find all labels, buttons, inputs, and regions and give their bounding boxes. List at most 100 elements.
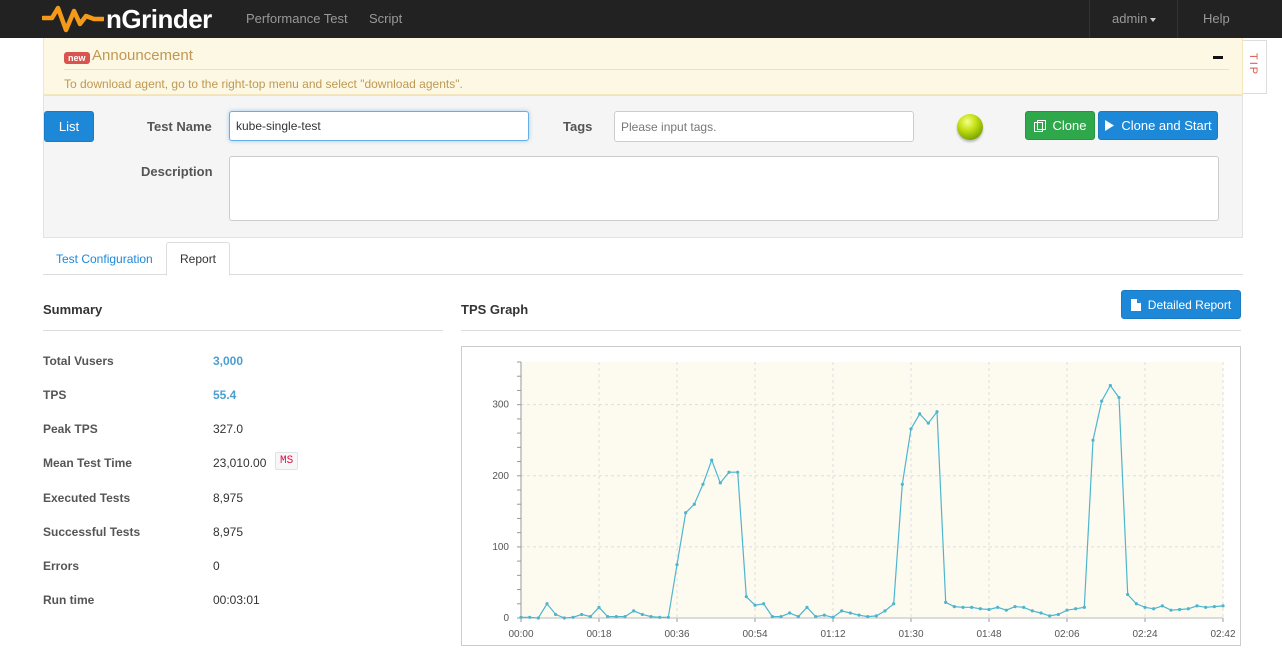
tps-data-point xyxy=(970,605,974,609)
x-tick-label: 00:36 xyxy=(664,629,689,640)
report-tabs: Test Configuration Report xyxy=(43,242,1243,276)
tps-data-point xyxy=(562,616,566,620)
tps-data-point xyxy=(632,609,636,613)
tps-data-point xyxy=(805,605,809,609)
tps-data-point xyxy=(710,458,714,462)
summary-row-successful-tests: Successful Tests 8,975 xyxy=(43,525,443,545)
description-textarea[interactable] xyxy=(229,156,1219,221)
tps-data-point xyxy=(718,481,722,485)
plot-area xyxy=(521,362,1223,618)
summary-label: Peak TPS xyxy=(43,422,98,436)
tps-data-point xyxy=(1169,608,1173,612)
file-icon xyxy=(1130,298,1141,311)
summary-value: 8,975 xyxy=(213,491,244,505)
summary-value[interactable]: 55.4 xyxy=(213,388,236,402)
tps-data-point xyxy=(926,421,930,425)
tps-data-point xyxy=(614,614,618,619)
divider xyxy=(64,69,1229,70)
tps-data-point xyxy=(1022,605,1026,609)
tps-data-point xyxy=(952,605,956,609)
summary-label: Executed Tests xyxy=(43,491,131,505)
x-tick-label: 02:24 xyxy=(1132,629,1157,640)
nav-divider xyxy=(1177,0,1178,38)
clone-and-start-button[interactable]: Clone and Start xyxy=(1098,111,1218,140)
tps-data-point xyxy=(519,615,523,619)
tab-report[interactable]: Report xyxy=(166,242,231,276)
tps-data-point xyxy=(606,614,610,619)
summary-value: 8,975 xyxy=(213,525,244,539)
play-icon xyxy=(1105,120,1115,131)
nav-script[interactable]: Script xyxy=(369,11,402,26)
detailed-report-button[interactable]: Detailed Report xyxy=(1121,290,1241,319)
tps-data-point xyxy=(701,482,705,486)
announcement-title: Announcement xyxy=(92,47,193,64)
tps-data-point xyxy=(848,611,852,615)
tags-label: Tags xyxy=(563,119,593,134)
tps-graph-title: TPS Graph xyxy=(461,302,529,317)
tags-input[interactable] xyxy=(614,111,914,142)
tps-data-point xyxy=(1126,592,1130,597)
tps-data-point xyxy=(1074,607,1078,611)
tps-data-point xyxy=(935,410,939,414)
tps-data-point xyxy=(1091,438,1095,442)
tps-data-point xyxy=(1117,395,1121,400)
summary-row-total-vusers: Total Vusers 3,000 xyxy=(43,354,443,374)
summary-value[interactable]: 3,000 xyxy=(213,354,243,368)
tps-data-point xyxy=(874,614,878,618)
tps-data-point xyxy=(918,412,922,416)
summary-row-run-time: Run time 00:03:01 xyxy=(43,593,443,613)
x-tick-label: 02:06 xyxy=(1054,629,1079,640)
tps-data-point xyxy=(727,470,731,474)
tps-data-point xyxy=(571,615,575,619)
x-tick-label: 00:00 xyxy=(508,629,533,640)
tps-data-point xyxy=(961,605,965,609)
x-tick-label: 01:30 xyxy=(898,629,923,640)
tps-data-point xyxy=(1013,605,1017,609)
tps-data-point xyxy=(597,605,601,609)
user-menu[interactable]: admin xyxy=(1112,11,1157,26)
x-tick-label: 02:42 xyxy=(1210,629,1235,640)
clone-label: Clone xyxy=(1052,118,1087,133)
tps-data-point xyxy=(554,612,558,617)
x-tick-label: 01:12 xyxy=(820,629,845,640)
tps-data-point xyxy=(1039,611,1043,615)
collapse-icon[interactable] xyxy=(1213,56,1223,59)
tps-data-point xyxy=(692,502,696,506)
tps-data-point xyxy=(1186,607,1190,611)
test-name-label: Test Name xyxy=(147,119,212,134)
announcement-text: To download agent, go to the right-top m… xyxy=(64,77,463,91)
clone-button[interactable]: Clone xyxy=(1025,111,1095,140)
unit-badge: MS xyxy=(275,452,299,470)
tab-test-configuration[interactable]: Test Configuration xyxy=(43,242,166,275)
user-name: admin xyxy=(1112,11,1148,26)
tps-data-point xyxy=(1160,604,1164,608)
summary-row-executed-tests: Executed Tests 8,975 xyxy=(43,491,443,511)
y-tick-label: 0 xyxy=(503,613,509,624)
x-tick-label: 00:18 xyxy=(586,629,611,640)
tip-tab[interactable]: TIP xyxy=(1243,40,1267,94)
tps-data-point xyxy=(1178,607,1182,612)
ngrinder-logo[interactable]: nGrinder xyxy=(42,4,212,34)
tps-data-point xyxy=(1082,605,1086,609)
test-name-input[interactable] xyxy=(229,111,529,141)
nav-performance-test[interactable]: Performance Test xyxy=(246,11,348,26)
tps-data-point xyxy=(1004,608,1008,612)
tps-data-point xyxy=(1204,605,1208,609)
list-button[interactable]: List xyxy=(44,111,94,142)
pulse-logo-icon xyxy=(42,5,104,33)
summary-value: 0 xyxy=(213,559,220,573)
tps-data-point xyxy=(623,614,627,619)
summary-row-errors: Errors 0 xyxy=(43,559,443,579)
summary-label: Run time xyxy=(43,593,95,607)
announcement-panel: new Announcement To download agent, go t… xyxy=(43,38,1243,95)
tps-data-point xyxy=(1100,399,1104,403)
tps-data-point xyxy=(588,614,592,619)
tps-data-point xyxy=(814,614,818,619)
nav-help[interactable]: Help xyxy=(1203,11,1230,26)
y-tick-label: 200 xyxy=(492,471,509,482)
tps-data-point xyxy=(545,602,549,606)
tps-chart: 0 100 200 300 00:00 00:18 00:36 00:54 01:12 01:30… xyxy=(461,346,1241,646)
tps-data-point xyxy=(684,511,688,515)
tps-data-point xyxy=(1221,604,1225,608)
tps-data-point xyxy=(840,609,844,613)
